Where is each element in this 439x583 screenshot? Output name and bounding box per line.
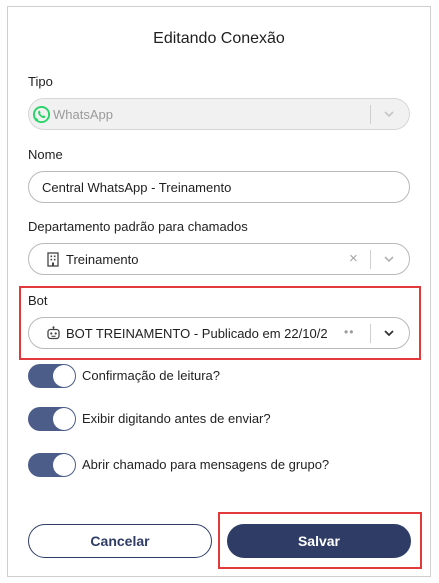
typing-indicator-label: Exibir digitando antes de enviar? <box>82 411 271 426</box>
clear-icon[interactable]: × <box>349 250 358 267</box>
cancel-button[interactable]: Cancelar <box>28 524 212 558</box>
read-receipt-toggle[interactable] <box>28 364 76 388</box>
building-icon <box>46 252 60 267</box>
chevron-down-icon <box>381 106 397 122</box>
group-ticket-toggle[interactable] <box>28 453 76 477</box>
typing-indicator-toggle[interactable] <box>28 407 76 431</box>
departamento-separator <box>370 250 371 269</box>
save-button[interactable]: Salvar <box>227 524 411 558</box>
robot-icon <box>46 326 61 341</box>
nome-label: Nome <box>28 147 63 162</box>
nome-input[interactable]: Central WhatsApp - Treinamento <box>28 171 410 203</box>
edit-connection-dialog: Editando Conexão Tipo WhatsApp Nome Cent… <box>7 6 431 577</box>
read-receipt-label: Confirmação de leitura? <box>82 368 221 383</box>
departamento-label: Departamento padrão para chamados <box>28 219 248 234</box>
tipo-separator <box>370 105 371 124</box>
chevron-down-icon[interactable] <box>381 251 397 267</box>
departamento-value: Treinamento <box>66 252 139 267</box>
tipo-label: Tipo <box>28 74 53 89</box>
bot-select[interactable]: BOT TREINAMENTO - Publicado em 22/10/2..… <box>28 317 410 349</box>
whatsapp-icon <box>32 105 51 124</box>
toggle-knob <box>53 454 75 476</box>
bot-label: Bot <box>28 293 48 308</box>
departamento-select[interactable]: Treinamento × <box>28 243 410 275</box>
bot-separator <box>370 324 371 343</box>
toggle-knob <box>53 408 75 430</box>
loading-dots-icon: •• <box>344 325 355 339</box>
dialog-title: Editando Conexão <box>153 30 285 47</box>
tipo-value: WhatsApp <box>53 107 113 122</box>
bot-value: BOT TREINAMENTO - Publicado em 22/10/2..… <box>66 326 328 341</box>
nome-value: Central WhatsApp - Treinamento <box>42 180 232 195</box>
toggle-knob <box>53 365 75 387</box>
tipo-select[interactable]: WhatsApp <box>28 98 410 130</box>
chevron-down-icon[interactable] <box>381 325 397 341</box>
group-ticket-label: Abrir chamado para mensagens de grupo? <box>82 457 330 472</box>
